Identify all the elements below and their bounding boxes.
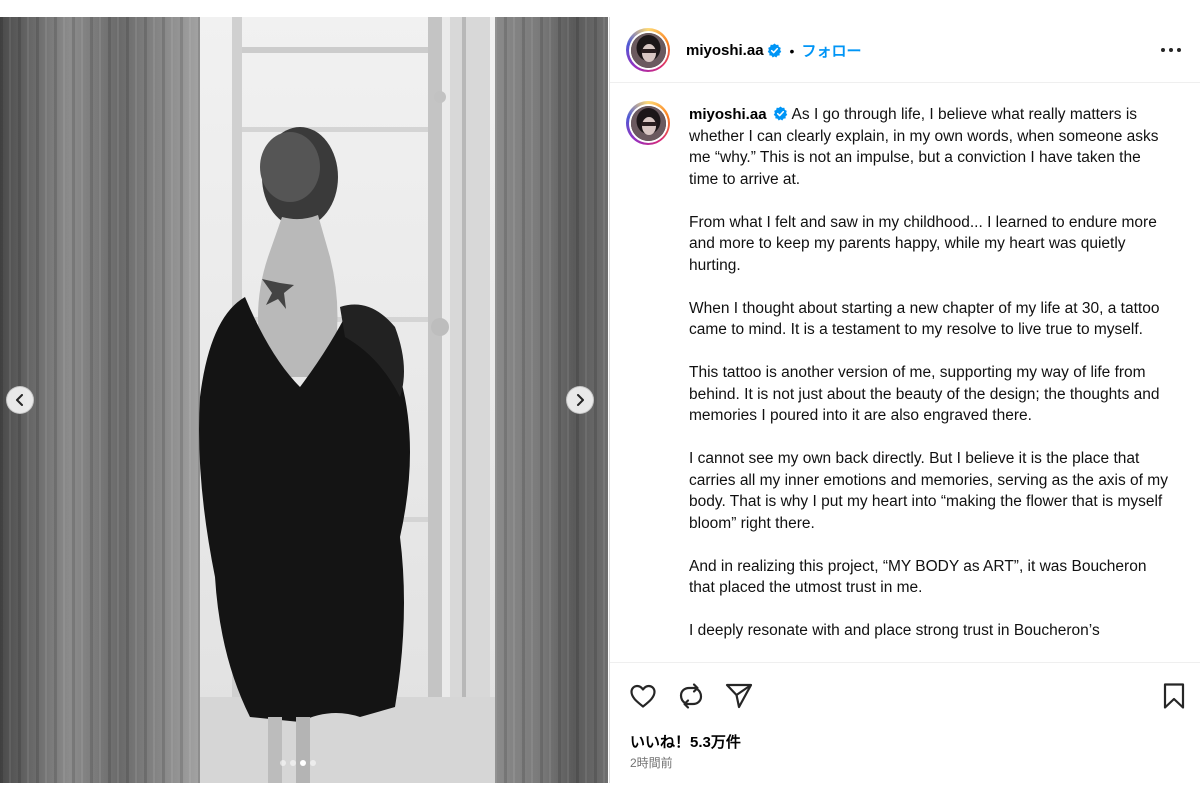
carousel-dot <box>300 760 306 766</box>
chevron-left-icon <box>16 394 23 406</box>
post-side-panel: miyoshi.aa • フォロー miyoshi.aa As I go thr… <box>609 17 1200 783</box>
caption-paragraph: I cannot see my own back directly. But I… <box>689 450 1168 532</box>
caption-paragraph: I deeply resonate with and place strong … <box>689 622 1100 639</box>
caption-paragraph: This tattoo is another version of me, su… <box>689 364 1160 424</box>
post-photo <box>0 17 608 783</box>
post-dialog: miyoshi.aa • フォロー miyoshi.aa As I go thr… <box>0 17 1200 783</box>
carousel-dot <box>290 760 296 766</box>
post-media[interactable] <box>0 17 608 783</box>
like-count[interactable]: いいね！5.3万件 <box>630 731 741 752</box>
header-separator: • <box>789 42 795 59</box>
chevron-right-icon <box>577 394 584 406</box>
avatar-image <box>630 105 666 141</box>
caption-paragraph: From what I felt and saw in my childhood… <box>689 213 1157 274</box>
follow-button[interactable]: フォロー <box>801 40 861 61</box>
carousel-indicator <box>280 760 316 766</box>
caption-username[interactable]: miyoshi.aa <box>689 106 767 123</box>
avatar-image <box>630 32 666 68</box>
bookmark-icon[interactable] <box>1159 681 1189 711</box>
verified-badge-icon <box>767 43 781 58</box>
heart-icon[interactable] <box>628 681 658 711</box>
verified-badge-icon <box>773 106 787 121</box>
caption-paragraph: When I thought about starting a new chap… <box>689 299 1160 339</box>
send-icon[interactable] <box>724 681 754 711</box>
carousel-dot <box>280 760 286 766</box>
post-caption: miyoshi.aa As I go through life, I believ… <box>689 104 1171 661</box>
caption-paragraph: And in realizing this project, “MY BODY … <box>689 557 1147 597</box>
author-avatar[interactable] <box>626 28 670 72</box>
author-username[interactable]: miyoshi.aa <box>686 42 764 59</box>
post-timestamp[interactable]: 2時間前 <box>630 754 673 771</box>
caption-paragraph: miyoshi.aa As I go through life, I believ… <box>689 104 1171 190</box>
post-header: miyoshi.aa • フォロー <box>610 17 1200 83</box>
repost-icon[interactable] <box>676 681 706 711</box>
caption-section[interactable]: miyoshi.aa As I go through life, I believ… <box>610 84 1200 661</box>
header-user: miyoshi.aa • フォロー <box>686 40 861 61</box>
post-actions: いいね！5.3万件 2時間前 <box>610 662 1200 783</box>
previous-slide-button[interactable] <box>6 386 34 414</box>
caption-author-avatar[interactable] <box>626 101 670 145</box>
more-horizontal-icon[interactable] <box>1159 42 1183 58</box>
next-slide-button[interactable] <box>566 386 594 414</box>
carousel-dot <box>310 760 316 766</box>
